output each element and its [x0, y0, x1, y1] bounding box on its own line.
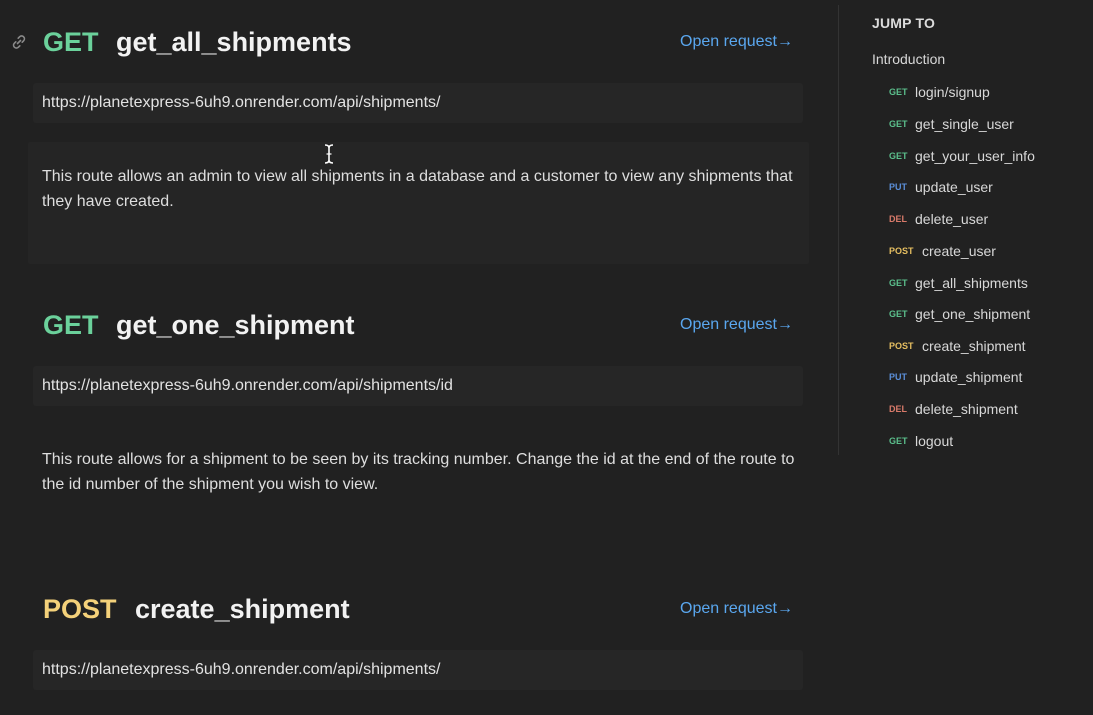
sidebar-item-get-your-user-info[interactable]: GET get_your_user_info [889, 146, 1035, 166]
documentation-main: GET get_all_shipments Open request→ http… [0, 0, 838, 715]
sidebar-item-label: logout [915, 433, 954, 449]
method-badge: GET [43, 310, 99, 340]
request-section-get-all-shipments: GET get_all_shipments Open request→ http… [0, 20, 838, 270]
sidebar-item-introduction[interactable]: Introduction [872, 51, 945, 67]
request-url[interactable]: https://planetexpress-6uh9.onrender.com/… [33, 83, 803, 123]
sidebar-item-get-one-shipment[interactable]: GET get_one_shipment [889, 304, 1030, 324]
sidebar-item-label: get_one_shipment [915, 306, 1031, 322]
sidebar-title: JUMP TO [872, 15, 936, 31]
method-tag: GET [889, 436, 908, 446]
sidebar-item-label: get_single_user [915, 116, 1014, 132]
sidebar-item-label: create_shipment [922, 338, 1026, 354]
sidebar-item-label: update_shipment [915, 369, 1023, 385]
request-description: This route allows for a shipment to be s… [42, 451, 795, 493]
method-tag: DEL [889, 404, 907, 414]
request-url[interactable]: https://planetexpress-6uh9.onrender.com/… [33, 650, 803, 690]
sidebar-item-create-user[interactable]: POST create_user [889, 241, 996, 261]
method-tag: GET [889, 119, 908, 129]
request-url[interactable]: https://planetexpress-6uh9.onrender.com/… [33, 366, 803, 406]
method-tag: PUT [889, 372, 907, 382]
method-tag: GET [889, 309, 908, 319]
sidebar-item-create-shipment[interactable]: POST create_shipment [889, 336, 1026, 356]
sidebar-item-label: create_user [922, 243, 996, 259]
sidebar-item-delete-user[interactable]: DEL delete_user [889, 209, 988, 229]
text-cursor-icon [324, 144, 334, 164]
sidebar-item-label: get_your_user_info [915, 148, 1035, 164]
sidebar-item-logout[interactable]: GET logout [889, 431, 953, 451]
sidebar-item-update-shipment[interactable]: PUT update_shipment [889, 367, 1022, 387]
sidebar-item-label: delete_user [915, 211, 989, 227]
method-tag: PUT [889, 182, 907, 192]
request-title: create_shipment [135, 594, 350, 624]
method-tag: DEL [889, 214, 907, 224]
sidebar-item-get-all-shipments[interactable]: GET get_all_shipments [889, 273, 1028, 293]
method-badge: POST [43, 594, 117, 624]
open-request-link[interactable]: Open request→ [680, 32, 793, 52]
request-title: get_all_shipments [116, 27, 352, 57]
sidebar-item-label: update_user [915, 179, 993, 195]
request-title: get_one_shipment [116, 310, 355, 340]
sidebar-item-label: login/signup [915, 84, 990, 100]
sidebar-item-login-signup[interactable]: GET login/signup [889, 82, 990, 102]
method-tag: POST [889, 341, 914, 351]
jump-to-sidebar: JUMP TO Introduction GET login/signup GE… [838, 5, 1093, 455]
sidebar-item-get-single-user[interactable]: GET get_single_user [889, 114, 1014, 134]
method-tag: GET [889, 278, 908, 288]
request-section-create-shipment: POST create_shipment Open request→ https… [0, 587, 838, 697]
request-header: POST create_shipment Open request→ [0, 587, 838, 631]
method-tag: POST [889, 246, 914, 256]
sidebar-item-update-user[interactable]: PUT update_user [889, 177, 993, 197]
request-header: GET get_one_shipment Open request→ [0, 303, 838, 347]
method-tag: GET [889, 87, 908, 97]
request-description: This route allows an admin to view all s… [28, 142, 809, 264]
method-tag: GET [889, 151, 908, 161]
request-header: GET get_all_shipments Open request→ [0, 20, 838, 64]
open-request-link[interactable]: Open request→ [680, 315, 793, 335]
method-badge: GET [43, 27, 99, 57]
open-request-link[interactable]: Open request→ [680, 599, 793, 619]
request-section-get-one-shipment: GET get_one_shipment Open request→ https… [0, 303, 838, 523]
link-icon[interactable] [10, 33, 28, 51]
sidebar-item-delete-shipment[interactable]: DEL delete_shipment [889, 399, 1018, 419]
sidebar-item-label: get_all_shipments [915, 275, 1028, 291]
sidebar-item-label: delete_shipment [915, 401, 1018, 417]
